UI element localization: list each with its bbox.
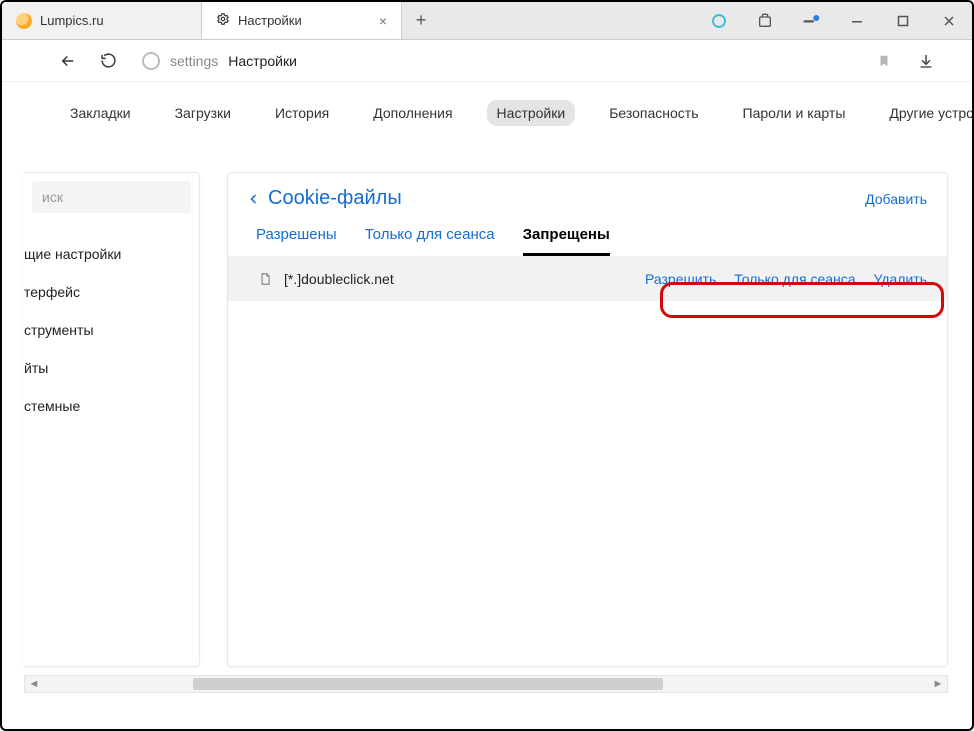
address-secondary: settings — [170, 53, 218, 69]
menu-history[interactable]: История — [265, 100, 339, 126]
document-icon — [258, 271, 272, 287]
assistant-icon[interactable] — [696, 2, 742, 39]
tab-strip: Lumpics.ru Настройки × + — [2, 2, 972, 40]
sidebar-search-input[interactable]: иск — [32, 181, 191, 213]
downloads-button[interactable] — [912, 47, 940, 75]
tab-title: Настройки — [238, 13, 302, 28]
close-window-button[interactable] — [926, 2, 972, 39]
scroll-left-icon[interactable]: ◄ — [25, 678, 43, 690]
menu-addons[interactable]: Дополнения — [363, 100, 462, 126]
scroll-right-icon[interactable]: ► — [929, 678, 947, 690]
cookie-subtabs: Разрешены Только для сеанса Запрещены — [228, 216, 947, 256]
sidebar-item-interface[interactable]: терфейс — [24, 273, 199, 311]
sidebar-item-sites[interactable]: йты — [24, 349, 199, 387]
menu-settings[interactable]: Настройки — [487, 100, 576, 126]
action-allow[interactable]: Разрешить — [645, 271, 716, 287]
new-tab-button[interactable]: + — [402, 2, 440, 39]
search-engine-icon — [142, 52, 160, 70]
add-cookie-rule-link[interactable]: Добавить — [865, 191, 927, 207]
settings-menubar: Закладки Загрузки История Дополнения Нас… — [2, 82, 972, 140]
settings-sidebar: иск щие настройки терфейс струменты йты … — [24, 172, 200, 667]
tab-title: Lumpics.ru — [40, 13, 104, 28]
menu-bookmarks[interactable]: Закладки — [60, 100, 141, 126]
browser-window: Lumpics.ru Настройки × + — [0, 0, 974, 731]
cookies-back-title[interactable]: Cookie-файлы — [248, 187, 402, 210]
cookie-domain: [*.]doubleclick.net — [284, 271, 394, 287]
toolbar: settings Настройки — [2, 40, 972, 82]
window-controls — [696, 2, 972, 39]
sidebar-item-system[interactable]: стемные — [24, 387, 199, 425]
page-title: Cookie-файлы — [268, 187, 402, 210]
content-area: иск щие настройки терфейс струменты йты … — [2, 172, 972, 711]
scroll-thumb[interactable] — [193, 678, 663, 690]
tab-lumpics[interactable]: Lumpics.ru — [2, 2, 202, 39]
subtab-session[interactable]: Только для сеанса — [365, 226, 495, 256]
menu-devices[interactable]: Другие устройства — [879, 100, 974, 126]
extensions-icon[interactable] — [742, 2, 788, 39]
sidebar-item-tools[interactable]: струменты — [24, 311, 199, 349]
site-favicon-icon — [16, 13, 32, 29]
bookmark-button[interactable] — [870, 47, 898, 75]
minimize-button[interactable] — [834, 2, 880, 39]
settings-main-pane: Cookie-файлы Добавить Разрешены Только д… — [227, 172, 948, 667]
maximize-button[interactable] — [880, 2, 926, 39]
menu-passwords[interactable]: Пароли и карты — [733, 100, 856, 126]
back-button[interactable] — [54, 47, 82, 75]
scroll-track[interactable] — [43, 676, 929, 692]
reload-button[interactable] — [94, 47, 122, 75]
address-bar[interactable]: settings Настройки — [134, 46, 858, 76]
menu-downloads[interactable]: Загрузки — [165, 100, 241, 126]
cookie-rule-row[interactable]: [*.]doubleclick.net Разрешить Только для… — [228, 257, 947, 301]
gear-icon — [216, 12, 230, 29]
toolbar-right — [870, 47, 960, 75]
chevron-left-icon — [248, 191, 260, 207]
sidebar-item-general[interactable]: щие настройки — [24, 235, 199, 273]
subtab-allowed[interactable]: Разрешены — [256, 226, 337, 256]
address-primary: Настройки — [228, 53, 297, 69]
horizontal-scrollbar[interactable]: ◄ ► — [24, 675, 948, 693]
cookie-row-actions: Разрешить Только для сеанса Удалить — [645, 271, 927, 287]
menu-security[interactable]: Безопасность — [599, 100, 708, 126]
action-delete[interactable]: Удалить — [874, 271, 927, 287]
tab-settings[interactable]: Настройки × — [202, 2, 402, 39]
subtab-blocked[interactable]: Запрещены — [523, 226, 610, 256]
notifications-icon[interactable] — [788, 2, 834, 39]
close-tab-icon[interactable]: × — [379, 13, 387, 29]
action-session[interactable]: Только для сеанса — [734, 271, 855, 287]
